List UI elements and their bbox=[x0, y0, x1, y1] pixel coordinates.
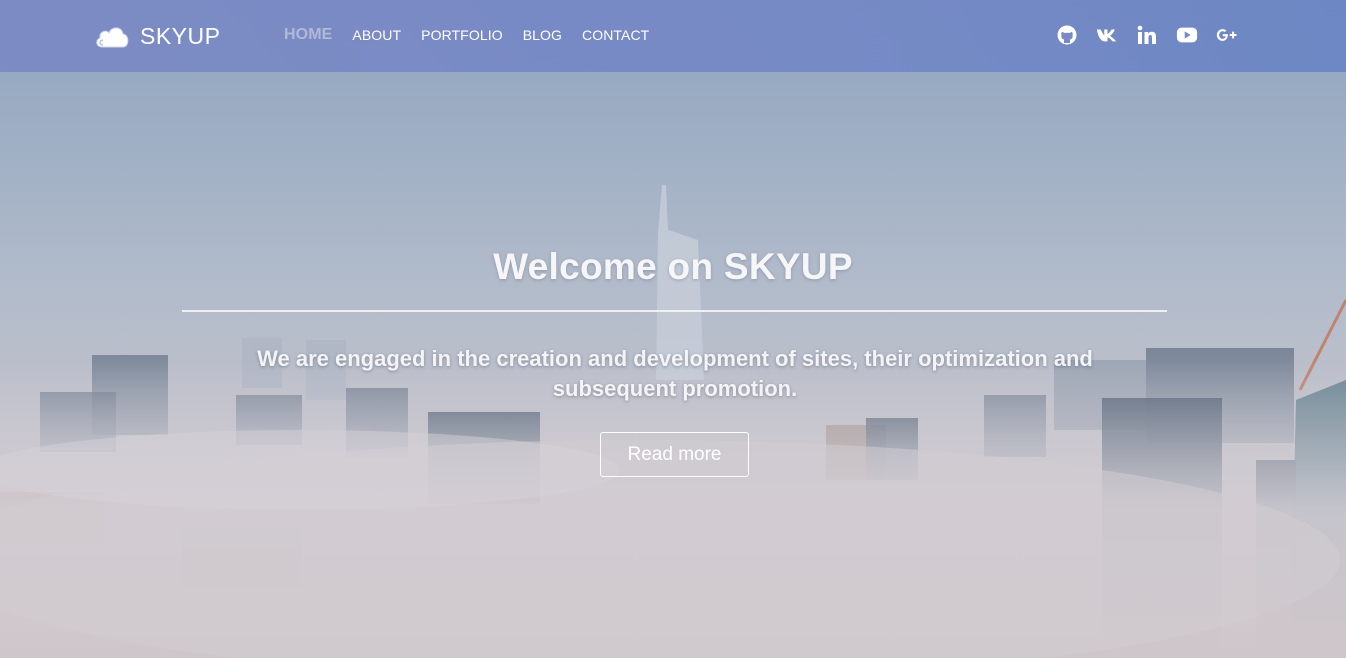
nav-item-home[interactable]: HOME bbox=[284, 24, 332, 46]
nav-item-blog[interactable]: BLOG bbox=[523, 24, 562, 46]
youtube-icon bbox=[1176, 27, 1198, 43]
cloud-icon bbox=[96, 27, 129, 48]
brand-logo[interactable]: SKYUP bbox=[94, 20, 220, 52]
top-navbar: SKYUP HOME ABOUT PORTFOLIO BLOG CONTACT bbox=[0, 0, 1346, 72]
brand-name: SKYUP bbox=[140, 22, 221, 49]
hero-divider bbox=[182, 310, 1167, 312]
nav-item-about[interactable]: ABOUT bbox=[352, 24, 401, 46]
google-plus-icon bbox=[1216, 29, 1237, 41]
nav-item-portfolio[interactable]: PORTFOLIO bbox=[421, 24, 503, 46]
read-more-button[interactable]: Read more bbox=[600, 432, 749, 477]
vk-link[interactable] bbox=[1096, 24, 1118, 46]
main-menu: HOME ABOUT PORTFOLIO BLOG CONTACT bbox=[284, 24, 669, 46]
nav-item-contact[interactable]: CONTACT bbox=[582, 24, 649, 46]
hero-subtitle: We are engaged in the creation and devel… bbox=[257, 346, 1093, 401]
vk-icon bbox=[1096, 29, 1117, 42]
hero-section bbox=[0, 0, 1346, 658]
github-link[interactable] bbox=[1056, 24, 1078, 46]
foggy-city-background-image bbox=[0, 185, 1346, 658]
youtube-link[interactable] bbox=[1176, 24, 1198, 46]
linkedin-icon bbox=[1137, 25, 1156, 44]
google-plus-link[interactable] bbox=[1216, 24, 1238, 46]
hero-title: Welcome on SKYUP bbox=[493, 246, 853, 287]
linkedin-link[interactable] bbox=[1136, 24, 1158, 46]
social-links bbox=[1056, 24, 1238, 46]
github-icon bbox=[1057, 25, 1077, 45]
